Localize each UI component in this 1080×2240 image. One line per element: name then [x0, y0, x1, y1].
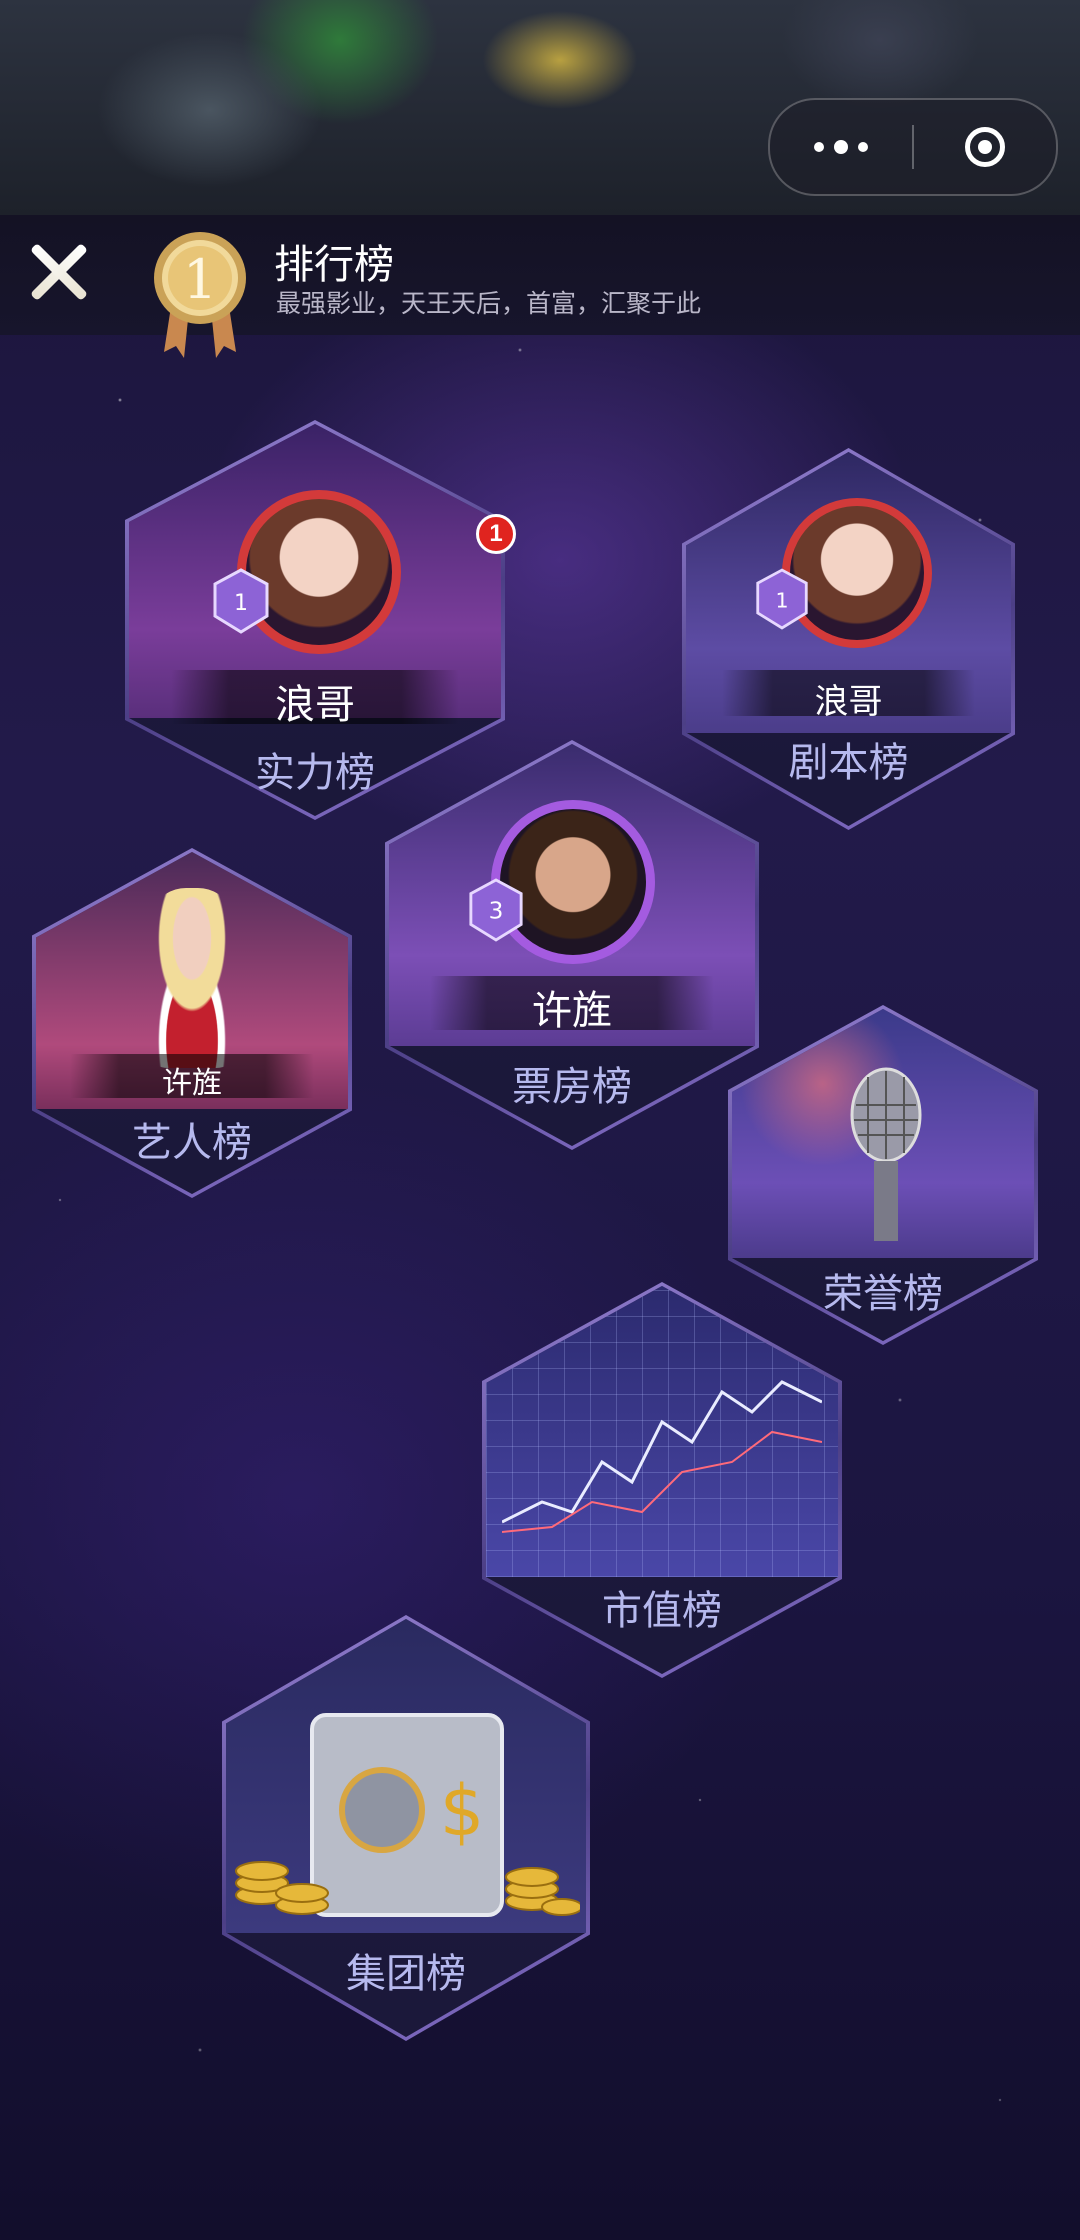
board-title: 荣誉榜	[823, 1271, 943, 1317]
page-title: 排行榜	[274, 242, 394, 288]
close-icon[interactable]	[26, 240, 90, 304]
svg-text:3: 3	[489, 898, 504, 925]
board-title: 艺人榜	[132, 1120, 252, 1166]
board-holder-name: 许旌	[162, 1066, 222, 1101]
board-artist[interactable]: 许旌 艺人榜	[32, 848, 352, 1198]
board-title: 票房榜	[512, 1064, 632, 1110]
more-dots-icon[interactable]	[770, 100, 912, 194]
safe-coins-icon: $	[232, 1695, 583, 1935]
miniprogram-capsule	[768, 98, 1058, 196]
svg-text:1: 1	[234, 591, 248, 616]
microphone-icon	[846, 1065, 926, 1245]
board-box-office[interactable]: 3 许旌 票房榜	[385, 740, 759, 1150]
target-circle-icon[interactable]	[914, 127, 1056, 167]
svg-text:1: 1	[183, 248, 217, 311]
gold-medal-icon: 1	[150, 220, 250, 360]
board-market-value[interactable]: 市值榜	[482, 1282, 842, 1678]
board-holder-name: 许旌	[532, 988, 612, 1034]
board-title: 实力榜	[255, 750, 375, 796]
board-holder-name: 浪哥	[814, 682, 883, 722]
board-honor[interactable]: 荣誉榜	[728, 1005, 1038, 1345]
board-title: 剧本榜	[788, 740, 909, 786]
notification-badge: 1	[476, 514, 516, 554]
rank-badge-icon: 1	[754, 568, 810, 630]
stock-chart-icon	[501, 1352, 823, 1552]
board-title: 集团榜	[346, 1951, 466, 1997]
board-power[interactable]: 1 浪哥 实力榜	[125, 420, 505, 820]
page-subtitle: 最强影业，天王天后，首富，汇聚于此	[276, 289, 702, 318]
board-group[interactable]: $ 集团榜	[222, 1615, 590, 2041]
svg-text:1: 1	[775, 588, 788, 612]
rank-badge-icon: 3	[467, 878, 525, 942]
rank-badge-icon: 1	[211, 568, 271, 634]
artist-portrait	[132, 888, 252, 1068]
board-script[interactable]: 1 浪哥 剧本榜	[682, 448, 1015, 830]
board-title: 市值榜	[602, 1588, 722, 1634]
board-holder-name: 浪哥	[275, 682, 355, 728]
svg-text:$: $	[440, 1770, 485, 1852]
